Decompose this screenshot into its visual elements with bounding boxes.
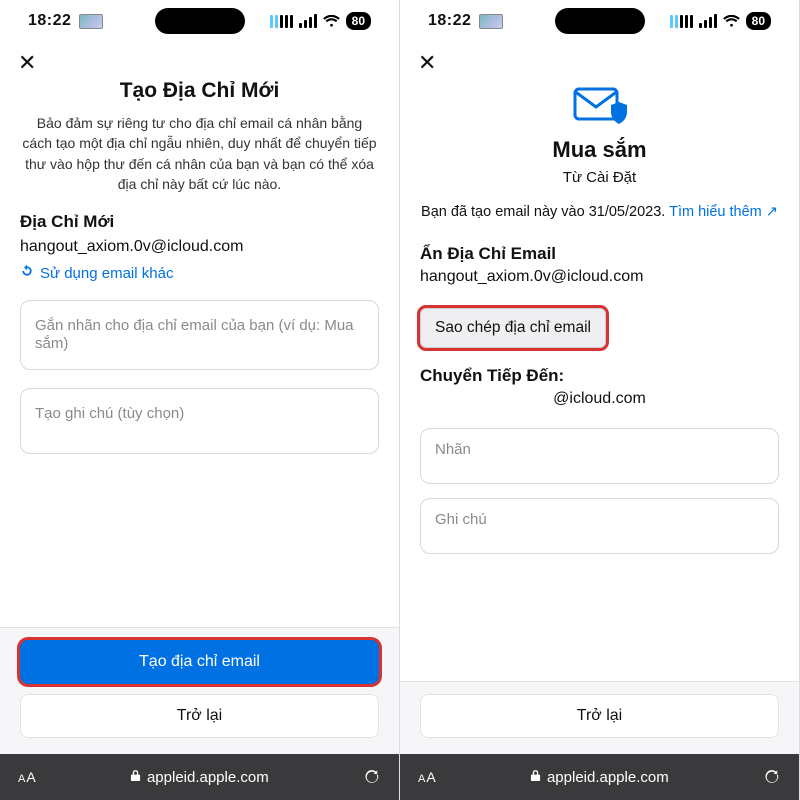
address-bar[interactable]: appleid.apple.com — [466, 769, 733, 786]
page-description: Bảo đảm sự riêng tư cho địa chỉ email cá… — [22, 113, 377, 194]
back-button-label: Trở lại — [577, 707, 622, 724]
phone-left: 18:22 80 ✕ Tạo Địa Chỉ Mới Bảo đảm sự ri… — [0, 0, 400, 800]
new-address-label: Địa Chỉ Mới — [20, 212, 379, 232]
dynamic-island — [155, 8, 245, 34]
note-input[interactable]: Ghi chú — [420, 498, 779, 554]
address-bar[interactable]: appleid.apple.com — [66, 769, 333, 786]
forward-to-value: @icloud.com — [420, 390, 779, 408]
battery-indicator: 80 — [346, 12, 371, 30]
safari-toolbar: AA appleid.apple.com — [0, 754, 399, 800]
pip-thumbnail — [479, 14, 503, 29]
audio-bars-icon — [670, 15, 693, 28]
use-different-email-text: Sử dụng email khác — [40, 265, 173, 282]
status-bar: 18:22 80 — [0, 0, 399, 42]
close-icon[interactable]: ✕ — [18, 50, 36, 75]
created-date-line: Bạn đã tạo email này vào 31/05/2023. Tìm… — [420, 204, 779, 220]
phone-right: 18:22 80 ✕ Mu — [400, 0, 800, 800]
audio-bars-icon — [270, 15, 293, 28]
cellular-signal-icon — [299, 14, 317, 28]
status-time: 18:22 — [28, 12, 71, 30]
learn-more-link[interactable]: Tìm hiểu thêm ↗ — [669, 204, 778, 220]
refresh-icon — [20, 264, 34, 282]
wifi-icon — [723, 15, 740, 28]
note-input-placeholder: Tạo ghi chú (tùy chọn) — [35, 405, 184, 422]
back-button-label: Trở lại — [177, 707, 222, 724]
hidden-email: hangout_axiom.0v@icloud.com — [420, 268, 779, 286]
hide-email-label: Ẩn Địa Chỉ Email — [420, 244, 779, 264]
copy-email-button[interactable]: Sao chép địa chỉ email — [420, 308, 606, 348]
cellular-signal-icon — [699, 14, 717, 28]
status-time: 18:22 — [428, 12, 471, 30]
status-bar: 18:22 80 — [400, 0, 799, 42]
label-input-placeholder: Nhãn — [435, 441, 471, 458]
label-input[interactable]: Nhãn — [420, 428, 779, 484]
reader-mode-button[interactable]: AA — [18, 769, 36, 785]
label-input-placeholder: Gắn nhãn cho địa chỉ email của bạn (ví d… — [35, 317, 354, 352]
pip-thumbnail — [79, 14, 103, 29]
back-button[interactable]: Trở lại — [20, 694, 379, 738]
page-title: Tạo Địa Chỉ Mới — [20, 79, 379, 103]
wifi-icon — [323, 15, 340, 28]
note-input-placeholder: Ghi chú — [435, 511, 487, 528]
safari-toolbar: AA appleid.apple.com — [400, 754, 799, 800]
page-subtitle: Từ Cài Đặt — [420, 169, 779, 186]
mail-shield-icon — [573, 85, 627, 125]
back-button[interactable]: Trở lại — [420, 694, 779, 738]
reader-mode-button[interactable]: AA — [418, 769, 436, 785]
note-input[interactable]: Tạo ghi chú (tùy chọn) — [20, 388, 379, 454]
footer: Tạo địa chỉ email Trở lại — [0, 627, 399, 754]
create-email-button[interactable]: Tạo địa chỉ email — [20, 640, 379, 684]
create-email-button-label: Tạo địa chỉ email — [139, 653, 260, 670]
page-title: Mua sắm — [420, 137, 779, 163]
address-url: appleid.apple.com — [147, 769, 269, 786]
close-icon[interactable]: ✕ — [418, 50, 436, 75]
copy-email-button-label: Sao chép địa chỉ email — [435, 319, 591, 336]
forward-to-label: Chuyển Tiếp Đến: — [420, 366, 779, 386]
dynamic-island — [555, 8, 645, 34]
label-input[interactable]: Gắn nhãn cho địa chỉ email của bạn (ví d… — [20, 300, 379, 370]
lock-icon — [530, 769, 541, 786]
generated-email: hangout_axiom.0v@icloud.com — [20, 238, 379, 256]
address-url: appleid.apple.com — [547, 769, 669, 786]
battery-indicator: 80 — [746, 12, 771, 30]
footer: Trở lại — [400, 681, 799, 754]
reload-button[interactable] — [363, 768, 381, 786]
lock-icon — [130, 769, 141, 786]
reload-button[interactable] — [763, 768, 781, 786]
use-different-email-link[interactable]: Sử dụng email khác — [20, 264, 379, 282]
